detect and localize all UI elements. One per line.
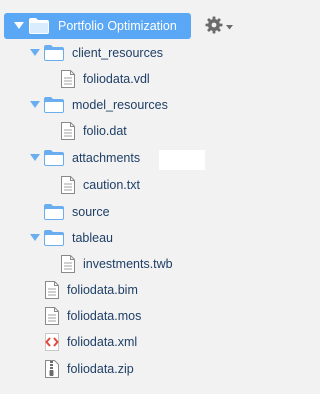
tree-folder-source[interactable]: source [42,199,110,225]
file-icon [61,255,75,273]
tree-item-label: foliodata.vdl [83,72,150,86]
caret-down-icon[interactable] [28,49,42,57]
caret-down-icon[interactable] [28,234,42,242]
file-icon [61,122,75,140]
tree-file-foliodata-bim[interactable]: foliodata.bim [45,277,138,303]
tree-root-portfolio-optimization[interactable]: Portfolio Optimization [4,13,191,39]
caret-down-icon[interactable] [28,154,42,162]
tree-file-foliodata-zip[interactable]: foliodata.zip [45,356,134,382]
tree-item-label: caution.txt [83,178,140,192]
folder-icon [44,45,64,61]
tree-folder-client-resources[interactable]: client_resources [28,40,163,66]
file-icon [61,176,75,194]
tree-item-label: attachments [72,151,141,165]
folder-icon [44,97,64,113]
root-label: Portfolio Optimization [58,19,177,33]
tree-file-foliodata-mos[interactable]: foliodata.mos [45,303,141,329]
tree-item-label: investments.twb [83,257,173,271]
tree-item-label: source [72,205,110,219]
tree-item-label: model_resources [72,98,168,112]
tree-item-label: foliodata.bim [67,283,138,297]
file-icon [45,281,59,299]
caret-down-icon[interactable] [12,22,26,30]
caret-down-icon [226,19,233,33]
file-icon [45,307,59,325]
folder-icon [29,18,49,34]
tree-item-label: foliodata.zip [67,362,134,376]
tree-item-label: client_resources [72,46,164,60]
tree-file-caution-txt[interactable]: caution.txt [61,172,140,198]
tree-file-foliodata-vdl[interactable]: foliodata.vdl [61,66,150,92]
settings-menu-button[interactable] [205,16,235,37]
folder-icon [44,230,64,246]
tree-item-label: folio.dat [83,124,127,138]
tree-item-label: foliodata.mos [67,309,142,323]
tree-folder-tableau[interactable]: tableau [28,225,113,251]
gear-icon [205,16,223,37]
tree-item-label: foliodata.xml [67,335,138,349]
tree-file-investments-twb[interactable]: investments.twb [61,251,173,277]
tree-file-foliodata-xml[interactable]: foliodata.xml [45,329,137,355]
tree-item-label: tableau [72,231,114,245]
file-icon [61,70,75,88]
blank-panel [159,150,205,170]
zip-file-icon [45,360,59,378]
tree-folder-attachments[interactable]: attachments [28,145,140,171]
folder-icon [44,204,64,220]
tree-file-folio-dat[interactable]: folio.dat [61,118,127,144]
xml-file-icon [45,333,59,351]
folder-icon [44,150,64,166]
tree-folder-model-resources[interactable]: model_resources [28,92,168,118]
caret-down-icon[interactable] [28,101,42,109]
